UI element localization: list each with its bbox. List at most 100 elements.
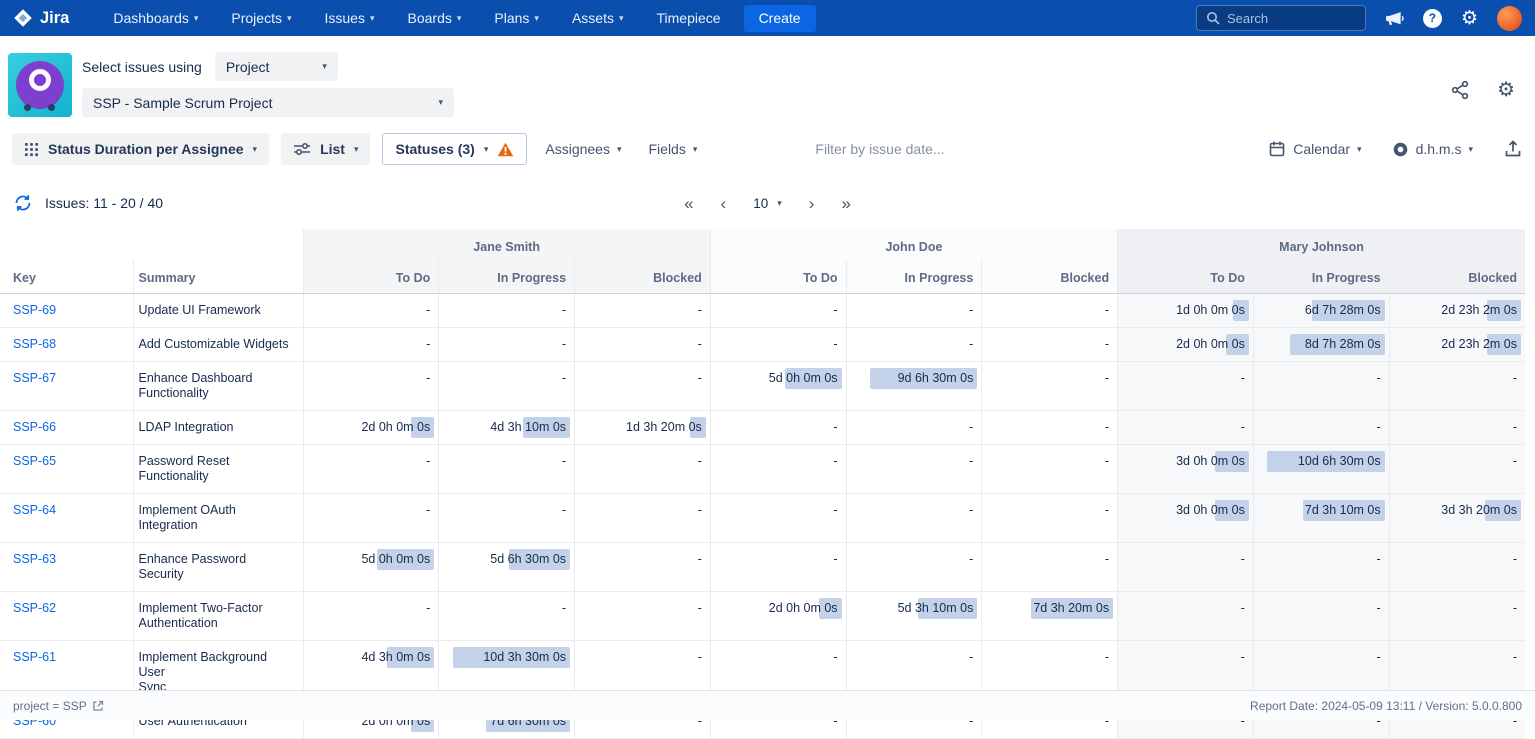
assignees-filter-label: Assignees bbox=[545, 141, 610, 157]
issue-key-cell: SSP-67 bbox=[0, 361, 133, 410]
last-page-button[interactable]: » bbox=[841, 195, 850, 212]
duration-cell: 3d 0h 0m 0s bbox=[1118, 493, 1254, 542]
duration-cell: 4d 3h 10m 0s bbox=[439, 410, 575, 444]
issue-row: SSP-64Implement OAuthIntegration------3d… bbox=[0, 493, 1525, 542]
duration-cell: - bbox=[846, 327, 982, 361]
issue-date-filter-input[interactable] bbox=[815, 141, 1020, 157]
issue-source-value: Project bbox=[226, 59, 270, 75]
issue-row: SSP-66LDAP Integration2d 0h 0m 0s4d 3h 1… bbox=[0, 410, 1525, 444]
duration-cell: - bbox=[1118, 410, 1254, 444]
issue-key-link[interactable]: SSP-61 bbox=[13, 650, 56, 664]
view-mode-dropdown[interactable]: List ▾ bbox=[281, 133, 370, 165]
summary-column-header: Summary bbox=[133, 259, 303, 293]
duration-cell: 5d 3h 10m 0s bbox=[846, 591, 982, 640]
duration-cell: 3d 3h 20m 0s bbox=[1389, 493, 1525, 542]
duration-cell: 1d 3h 20m 0s bbox=[575, 410, 711, 444]
nav-item-dashboards[interactable]: Dashboards▾ bbox=[113, 10, 198, 26]
issue-row: SSP-69Update UI Framework------1d 0h 0m … bbox=[0, 293, 1525, 327]
duration-cell: - bbox=[575, 493, 711, 542]
export-icon[interactable] bbox=[1503, 139, 1523, 159]
duration-cell: 10d 6h 30m 0s bbox=[1253, 444, 1389, 493]
share-icon[interactable] bbox=[1450, 80, 1470, 100]
issue-source-select[interactable]: Project ▾ bbox=[215, 52, 338, 81]
search-icon bbox=[1206, 11, 1220, 25]
nav-item-assets[interactable]: Assets▾ bbox=[572, 10, 624, 26]
global-search[interactable] bbox=[1196, 5, 1366, 31]
statuses-filter-dropdown[interactable]: Statuses (3) ▾ bbox=[382, 133, 527, 165]
top-navigation: Jira Dashboards▾ Projects▾ Issues▾ Board… bbox=[0, 0, 1535, 36]
nav-item-boards[interactable]: Boards▾ bbox=[408, 10, 462, 26]
duration-cell: - bbox=[1253, 410, 1389, 444]
fields-dropdown[interactable]: Fields ▾ bbox=[649, 141, 698, 157]
calendar-dropdown[interactable]: Calendar ▾ bbox=[1268, 140, 1361, 158]
jira-logo[interactable]: Jira bbox=[13, 8, 69, 28]
issue-key-link[interactable]: SSP-66 bbox=[13, 420, 56, 434]
issue-key-link[interactable]: SSP-67 bbox=[13, 371, 56, 385]
external-link-icon bbox=[92, 700, 104, 712]
issue-key-link[interactable]: SSP-65 bbox=[13, 454, 56, 468]
chevron-down-icon: ▾ bbox=[1357, 145, 1362, 154]
duration-cell: - bbox=[846, 293, 982, 327]
first-page-button[interactable]: « bbox=[684, 195, 693, 212]
help-icon[interactable]: ? bbox=[1423, 9, 1442, 28]
issue-key-link[interactable]: SSP-64 bbox=[13, 503, 56, 517]
status-column-header: To Do bbox=[1118, 259, 1254, 293]
assignees-filter-dropdown[interactable]: Assignees ▾ bbox=[545, 141, 621, 157]
topbar-right: ? ⚙ bbox=[1196, 5, 1522, 31]
status-column-header: In Progress bbox=[846, 259, 982, 293]
duration-cell: 5d 0h 0m 0s bbox=[303, 542, 439, 591]
time-format-dropdown[interactable]: d.h.m.s ▾ bbox=[1392, 141, 1473, 158]
chevron-down-icon: ▾ bbox=[287, 14, 292, 23]
search-input[interactable] bbox=[1227, 11, 1356, 26]
duration-cell: - bbox=[1118, 361, 1254, 410]
report-table: Jane SmithJohn DoeMary JohnsonKeySummary… bbox=[0, 229, 1525, 739]
duration-cell: - bbox=[575, 591, 711, 640]
duration-cell: - bbox=[303, 293, 439, 327]
duration-cell: - bbox=[982, 293, 1118, 327]
report-meta-text: Report Date: 2024-05-09 13:11 / Version:… bbox=[1250, 699, 1522, 713]
report-settings-icon[interactable]: ⚙ bbox=[1497, 80, 1515, 100]
duration-cell: - bbox=[575, 361, 711, 410]
jira-logo-icon bbox=[13, 8, 33, 28]
nav-item-timepiece[interactable]: Timepiece bbox=[657, 10, 721, 26]
duration-cell: - bbox=[303, 361, 439, 410]
chevron-down-icon: ▾ bbox=[1468, 145, 1473, 154]
jira-logo-text: Jira bbox=[40, 9, 69, 28]
nav-item-issues[interactable]: Issues▾ bbox=[325, 10, 375, 26]
report-header-actions: ⚙ bbox=[1450, 80, 1515, 100]
issue-key-link[interactable]: SSP-68 bbox=[13, 337, 56, 351]
issue-key-link[interactable]: SSP-69 bbox=[13, 303, 56, 317]
report-type-dropdown[interactable]: Status Duration per Assignee ▾ bbox=[12, 133, 269, 165]
settings-icon[interactable]: ⚙ bbox=[1461, 9, 1478, 28]
duration-cell: - bbox=[710, 542, 846, 591]
issue-row: SSP-68Add Customizable Widgets------2d 0… bbox=[0, 327, 1525, 361]
duration-cell: - bbox=[1253, 361, 1389, 410]
issue-key-link[interactable]: SSP-62 bbox=[13, 601, 56, 615]
project-select[interactable]: SSP - Sample Scrum Project ▾ bbox=[82, 88, 454, 117]
duration-cell: - bbox=[982, 410, 1118, 444]
prev-page-button[interactable]: ‹ bbox=[721, 195, 727, 212]
duration-cell: - bbox=[439, 361, 575, 410]
issue-key-cell: SSP-63 bbox=[0, 542, 133, 591]
issues-bar: Issues: 11 - 20 / 40 « ‹ 10 ▾ › » bbox=[0, 177, 1535, 229]
announcements-icon[interactable] bbox=[1385, 10, 1404, 27]
refresh-icon[interactable] bbox=[13, 193, 33, 213]
user-avatar[interactable] bbox=[1497, 6, 1522, 31]
issue-summary: Update UI Framework bbox=[133, 293, 303, 327]
page-size-dropdown[interactable]: 10 ▾ bbox=[753, 196, 782, 211]
issue-key-link[interactable]: SSP-63 bbox=[13, 552, 56, 566]
nav-item-plans[interactable]: Plans▾ bbox=[494, 10, 539, 26]
list-view-icon bbox=[293, 142, 311, 156]
chevron-down-icon: ▾ bbox=[354, 145, 359, 154]
issue-summary: Add Customizable Widgets bbox=[133, 327, 303, 361]
statuses-filter-label: Statuses (3) bbox=[395, 141, 474, 157]
duration-cell: 2d 23h 2m 0s bbox=[1389, 293, 1525, 327]
issue-row: SSP-65Password Reset Functionality------… bbox=[0, 444, 1525, 493]
issue-source-controls: Select issues using Project ▾ SSP - Samp… bbox=[82, 52, 454, 117]
issue-summary: Implement OAuthIntegration bbox=[133, 493, 303, 542]
nav-item-projects[interactable]: Projects▾ bbox=[231, 10, 291, 26]
project-filter-link[interactable]: project = SSP bbox=[13, 699, 104, 713]
next-page-button[interactable]: › bbox=[809, 195, 815, 212]
duration-cell: - bbox=[575, 293, 711, 327]
create-button[interactable]: Create bbox=[744, 5, 816, 32]
